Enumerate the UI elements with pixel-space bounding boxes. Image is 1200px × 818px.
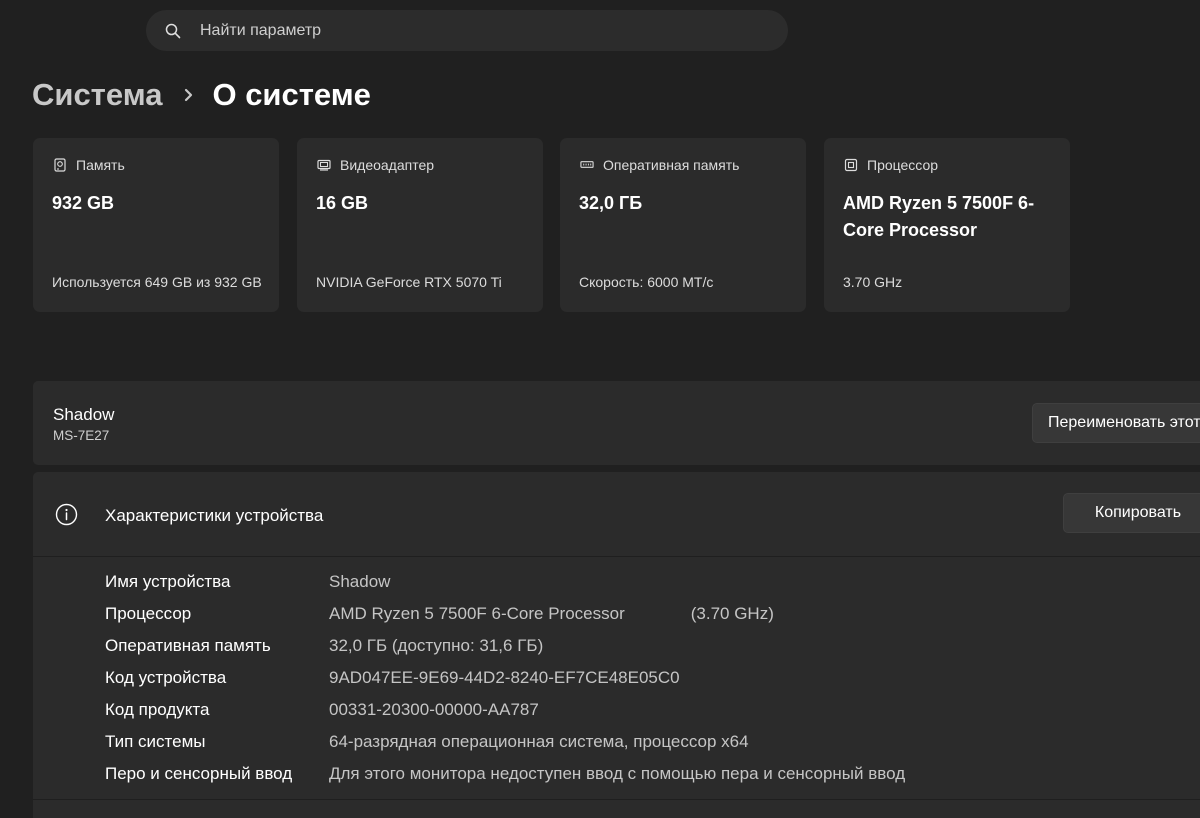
card-header: Оперативная память: [580, 156, 786, 174]
card-value: 32,0 ГБ: [579, 193, 643, 213]
card-value: 16 GB: [316, 193, 369, 213]
spec-label: Код устройства: [105, 668, 227, 687]
processor-card[interactable]: Процессор AMD Ryzen 5 7500F 6-Core Proce…: [824, 138, 1070, 312]
breadcrumb: Система О системе: [32, 72, 371, 118]
spec-row-processor: Процессор AMD Ryzen 5 7500F 6-Core Proce…: [105, 598, 1200, 630]
device-model: MS-7E27: [53, 428, 110, 443]
card-subtext: Используется 649 GB из 932 GB: [52, 274, 262, 290]
spec-row-device-name: Имя устройства Shadow: [105, 566, 1200, 598]
device-specifications-panel: Характеристики устройства Копировать Имя…: [33, 472, 1200, 818]
card-value: AMD Ryzen 5 7500F 6-Core Processor: [843, 193, 1035, 240]
rename-pc-button[interactable]: Переименовать этот компьютер: [1032, 403, 1200, 443]
search-icon: [164, 22, 182, 40]
display-adapter-card[interactable]: Видеоадаптер 16 GB NVIDIA GeForce RTX 50…: [297, 138, 543, 312]
device-name-row: Shadow MS-7E27 Переименовать этот компью…: [33, 381, 1200, 465]
spec-value: AMD Ryzen 5 7500F 6-Core Processor: [329, 604, 625, 623]
spec-row-device-id: Код устройства 9AD047EE-9E69-44D2-8240-E…: [105, 662, 1200, 694]
spec-label: Имя устройства: [105, 572, 231, 591]
spec-value: 00331-20300-00000-AA787: [329, 700, 539, 719]
storage-icon: [53, 158, 67, 172]
display-adapter-icon: [317, 158, 331, 172]
specs-title: Характеристики устройства: [105, 506, 324, 525]
storage-card[interactable]: Память 932 GB Используется 649 GB из 932…: [33, 138, 279, 312]
card-header: Память: [53, 156, 259, 174]
chevron-right-icon: [184, 88, 194, 102]
spec-list: Имя устройства Shadow Процессор AMD Ryze…: [105, 566, 1200, 790]
spec-row-pen-touch: Перо и сенсорный ввод Для этого монитора…: [105, 758, 1200, 790]
spec-value: 64-разрядная операционная система, проце…: [329, 732, 749, 751]
spec-value: Shadow: [329, 572, 391, 591]
spec-value-extra: (3.70 GHz): [690, 604, 774, 623]
card-header: Видеоадаптер: [317, 156, 523, 174]
card-value: 932 GB: [52, 193, 115, 213]
processor-icon: [844, 158, 858, 172]
spec-label: Процессор: [105, 604, 192, 623]
ram-card[interactable]: Оперативная память 32,0 ГБ Скорость: 600…: [560, 138, 806, 312]
spec-label: Перо и сенсорный ввод: [105, 764, 293, 783]
card-label: Видеоадаптер: [340, 157, 435, 173]
spec-label: Тип системы: [105, 732, 206, 751]
spec-value: 32,0 ГБ (доступно: 31,6 ГБ): [329, 636, 544, 655]
spec-label: Код продукта: [105, 700, 210, 719]
device-name: Shadow: [53, 405, 115, 424]
search-input[interactable]: [198, 20, 762, 41]
info-icon: [55, 503, 78, 526]
spec-row-ram: Оперативная память 32,0 ГБ (доступно: 31…: [105, 630, 1200, 662]
ram-icon: [580, 158, 594, 172]
card-label: Процессор: [867, 157, 939, 173]
spec-row-system-type: Тип системы 64-разрядная операционная си…: [105, 726, 1200, 758]
settings-page: Система О системе Память 932 GB Использу…: [0, 0, 1200, 818]
breadcrumb-parent-system[interactable]: Система: [32, 77, 162, 113]
spec-row-product-id: Код продукта 00331-20300-00000-AA787: [105, 694, 1200, 726]
card-subtext: Скорость: 6000 MT/с: [579, 274, 714, 290]
divider: [33, 799, 1200, 800]
page-title: О системе: [212, 77, 371, 112]
card-label: Память: [76, 157, 125, 173]
specs-header[interactable]: Характеристики устройства Копировать: [33, 472, 1200, 557]
card-label: Оперативная память: [603, 157, 740, 173]
spec-value: 9AD047EE-9E69-44D2-8240-EF7CE48E05C0: [329, 668, 680, 687]
search-box[interactable]: [146, 10, 788, 51]
copy-button[interactable]: Копировать: [1063, 493, 1200, 533]
spec-value: Для этого монитора недоступен ввод с пом…: [329, 764, 906, 783]
card-header: Процессор: [844, 156, 1050, 174]
card-subtext: 3.70 GHz: [843, 274, 903, 290]
spec-label: Оперативная память: [105, 636, 271, 655]
card-subtext: NVIDIA GeForce RTX 5070 Ti: [316, 274, 502, 290]
